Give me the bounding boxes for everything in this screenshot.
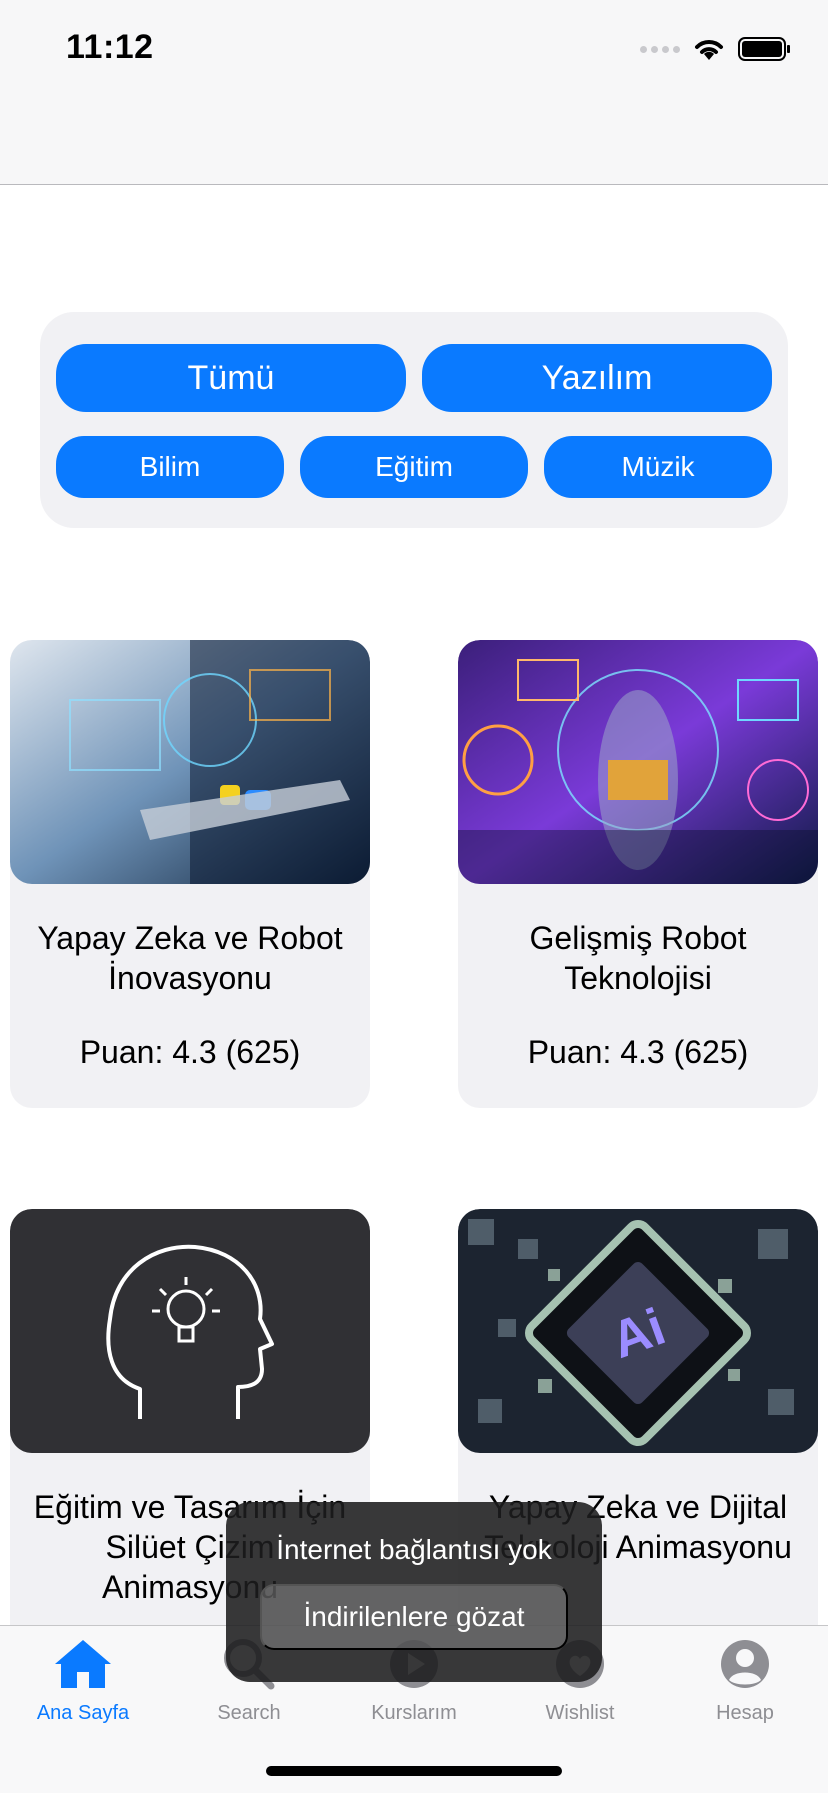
filter-science-button[interactable]: Bilim <box>56 436 284 498</box>
course-rating: Puan: 4.3 (625) <box>527 1034 749 1070</box>
filter-education-button[interactable]: Eğitim <box>300 436 528 498</box>
signal-icon <box>640 45 680 53</box>
offline-message: İnternet bağlantısı yok <box>276 1534 552 1565</box>
home-icon <box>55 1640 111 1688</box>
course-title: Yapay Zeka ve Robot İnovasyonu <box>37 920 343 996</box>
account-icon <box>721 1640 769 1688</box>
tab-account[interactable]: Hesap <box>662 1636 828 1725</box>
wifi-icon <box>695 40 723 60</box>
course-thumbnail <box>458 640 818 884</box>
course-thumbnail <box>10 640 370 884</box>
filter-music-button[interactable]: Müzik <box>544 436 772 498</box>
battery-icon <box>738 37 790 61</box>
filter-software-button[interactable]: Yazılım <box>422 344 772 412</box>
course-card[interactable]: Yapay Zeka ve Robot İnovasyonu Puan: 4.3… <box>10 640 370 1108</box>
tab-courses-label: Kurslarım <box>371 1702 457 1724</box>
browse-downloads-button[interactable]: İndirilenlere gözat <box>260 1584 568 1650</box>
status-icons <box>640 36 792 62</box>
status-bar: 11:12 <box>0 0 828 185</box>
offline-toast: İnternet bağlantısı yok İndirilenlere gö… <box>226 1502 602 1682</box>
course-thumbnail <box>10 1209 370 1453</box>
home-indicator <box>266 1766 562 1776</box>
course-rating: Puan: 4.3 (625) <box>79 1034 301 1070</box>
filter-all-button[interactable]: Tümü <box>56 344 406 412</box>
tab-wishlist-label: Wishlist <box>545 1702 615 1724</box>
tab-home-label: Ana Sayfa <box>36 1702 130 1724</box>
course-card[interactable]: Gelişmiş Robot Teknolojisi Puan: 4.3 (62… <box>458 640 818 1108</box>
category-filter-panel: Tümü Yazılım Bilim Eğitim Müzik <box>40 312 788 528</box>
tab-search-label: Search <box>217 1702 281 1724</box>
tab-home[interactable]: Ana Sayfa <box>0 1636 166 1725</box>
tab-account-label: Hesap <box>716 1702 774 1724</box>
course-title: Gelişmiş Robot Teknolojisi <box>529 920 747 996</box>
course-thumbnail: Ai <box>458 1209 818 1453</box>
status-time: 11:12 <box>66 28 154 66</box>
